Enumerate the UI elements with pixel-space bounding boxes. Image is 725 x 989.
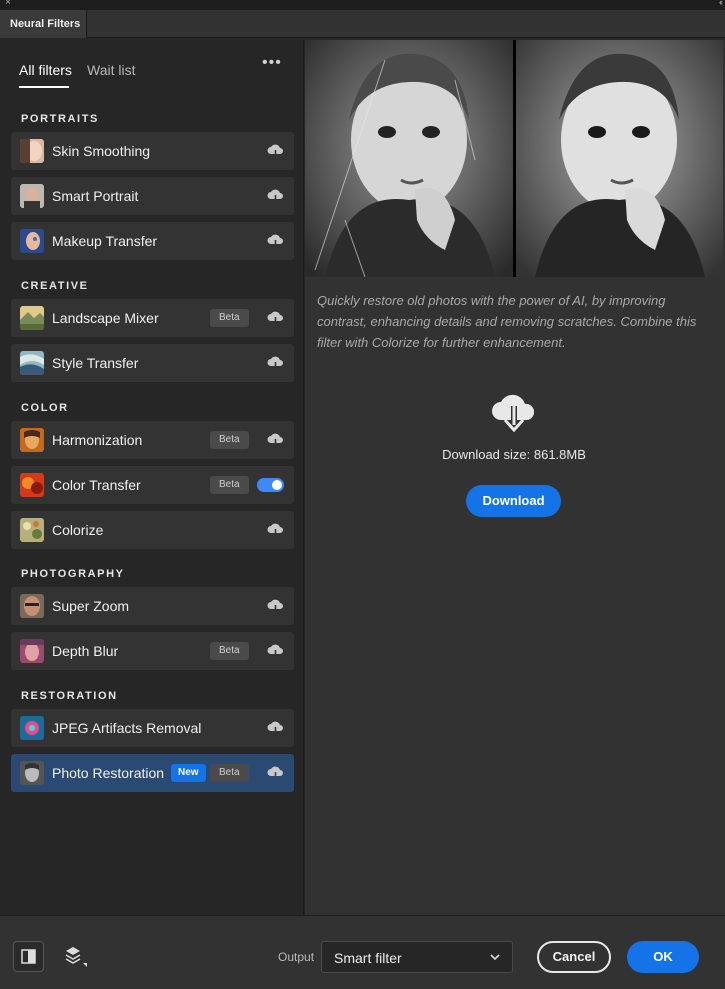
more-options-icon[interactable]: ••• [262, 54, 282, 72]
cloud-download-icon[interactable] [267, 522, 284, 538]
layers-icon [65, 947, 87, 967]
beta-badge: Beta [210, 764, 249, 782]
before-image [305, 40, 513, 277]
before-after-preview [305, 40, 723, 277]
download-size-text: Download size: 861.8MB [442, 447, 586, 462]
photo-restoration-thumb [20, 761, 44, 785]
chevron-down-icon [490, 954, 500, 961]
category-photography: PHOTOGRAPHY [21, 568, 125, 580]
filter-label: Skin Smoothing [52, 143, 151, 159]
makeup-transfer-thumb [20, 229, 44, 253]
cloud-download-icon[interactable] [267, 355, 284, 371]
beta-badge: Beta [210, 431, 249, 449]
dialog-footer: Output Smart filter Cancel OK [0, 915, 725, 989]
filter-label: Makeup Transfer [52, 233, 158, 249]
landscape-mixer-thumb [20, 306, 44, 330]
close-icon[interactable]: × [5, 0, 11, 8]
style-transfer-thumb [20, 351, 44, 375]
filter-label: Harmonization [52, 432, 143, 448]
filter-label: Style Transfer [52, 355, 139, 371]
harmonization-thumb [20, 428, 44, 452]
category-creative: CREATIVE [21, 280, 89, 292]
filter-label: Depth Blur [52, 643, 119, 659]
cloud-download-icon[interactable] [267, 310, 284, 326]
output-label: Output [278, 950, 315, 964]
panel-tab-bar: Neural Filters [0, 10, 725, 38]
smart-portrait-thumb [20, 184, 44, 208]
beta-badge: Beta [210, 476, 249, 494]
filter-label: Smart Portrait [52, 188, 139, 204]
panel-tab-neural-filters[interactable]: Neural Filters [0, 10, 87, 38]
category-color: COLOR [21, 402, 69, 414]
filter-photo-restoration[interactable]: Photo Restoration New Beta [11, 754, 294, 792]
cloud-download-icon[interactable] [267, 765, 284, 781]
filter-colorize[interactable]: Colorize [11, 511, 294, 549]
title-bar: × ‹‹ [0, 0, 725, 10]
filter-label: JPEG Artifacts Removal [52, 720, 202, 736]
filter-label: Super Zoom [52, 598, 130, 614]
category-portraits: PORTRAITS [21, 113, 99, 125]
color-transfer-thumb [20, 473, 44, 497]
filter-color-transfer[interactable]: Color Transfer Beta [11, 466, 294, 504]
filter-harmonization[interactable]: Harmonization Beta [11, 421, 294, 459]
output-select[interactable]: Smart filter [321, 941, 513, 973]
filters-sidebar: All filters Wait list ••• PORTRAITS Skin… [2, 40, 304, 915]
ok-button[interactable]: OK [627, 941, 699, 973]
cloud-download-icon [492, 394, 535, 432]
tab-wait-list[interactable]: Wait list [87, 62, 135, 78]
sidebar-tabs: All filters Wait list ••• [2, 40, 304, 98]
filter-label: Landscape Mixer [52, 310, 159, 326]
super-zoom-thumb [20, 594, 44, 618]
filter-label: Color Transfer [52, 477, 141, 493]
cloud-download-icon[interactable] [267, 143, 284, 159]
filter-jpeg-artifacts-removal[interactable]: JPEG Artifacts Removal [11, 709, 294, 747]
cloud-download-icon[interactable] [267, 233, 284, 249]
cloud-download-icon[interactable] [267, 643, 284, 659]
beta-badge: Beta [210, 642, 249, 660]
split-view-icon [21, 949, 36, 964]
filter-super-zoom[interactable]: Super Zoom [11, 587, 294, 625]
filter-enable-toggle[interactable] [257, 478, 284, 492]
show-original-button[interactable] [13, 941, 44, 972]
new-badge: New [171, 764, 206, 782]
filter-skin-smoothing[interactable]: Skin Smoothing [11, 132, 294, 170]
filter-depth-blur[interactable]: Depth Blur Beta [11, 632, 294, 670]
beta-badge: Beta [210, 309, 249, 327]
cloud-download-icon[interactable] [267, 432, 284, 448]
colorize-thumb [20, 518, 44, 542]
cancel-button[interactable]: Cancel [537, 941, 611, 973]
layer-preview-button[interactable] [60, 941, 91, 972]
filter-smart-portrait[interactable]: Smart Portrait [11, 177, 294, 215]
filter-detail-panel: Quickly restore old photos with the powe… [305, 40, 725, 915]
cloud-download-icon[interactable] [267, 188, 284, 204]
after-image [516, 40, 723, 277]
filter-description: Quickly restore old photos with the powe… [317, 293, 697, 350]
cloud-download-icon[interactable] [267, 720, 284, 736]
output-selected-value: Smart filter [334, 950, 402, 966]
filter-label: Colorize [52, 522, 104, 538]
filter-style-transfer[interactable]: Style Transfer [11, 344, 294, 382]
jpeg-artifacts-thumb [20, 716, 44, 740]
filter-label: Photo Restoration [52, 765, 165, 781]
download-button[interactable]: Download [466, 485, 561, 517]
skin-smoothing-thumb [20, 139, 44, 163]
cloud-download-icon[interactable] [267, 598, 284, 614]
category-restoration: RESTORATION [21, 690, 118, 702]
filter-landscape-mixer[interactable]: Landscape Mixer Beta [11, 299, 294, 337]
depth-blur-thumb [20, 639, 44, 663]
collapse-icon[interactable]: ‹‹ [719, 0, 723, 7]
tab-all-filters[interactable]: All filters [19, 62, 72, 88]
filter-makeup-transfer[interactable]: Makeup Transfer [11, 222, 294, 260]
